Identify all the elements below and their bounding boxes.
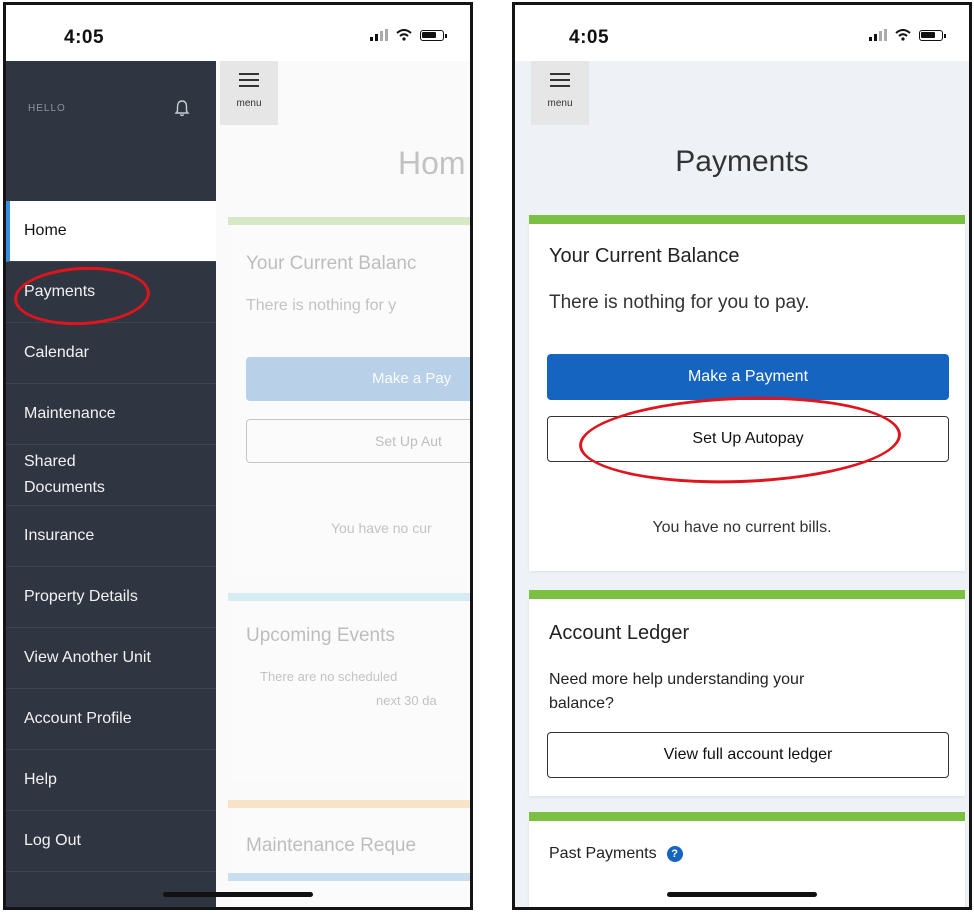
nav-item-home[interactable]: Home: [6, 201, 216, 262]
nav-item-payments[interactable]: Payments: [6, 262, 216, 323]
greeting-text: HELLO: [28, 103, 66, 114]
drawer-nav-list: Home Payments Calendar Maintenance Share…: [6, 201, 216, 872]
nav-item-log-out[interactable]: Log Out: [6, 811, 216, 872]
nav-item-insurance[interactable]: Insurance: [6, 506, 216, 567]
set-up-autopay-button[interactable]: Set Up Autopay: [547, 416, 949, 462]
balance-heading: Your Current Balance: [549, 245, 740, 267]
home-indicator: [667, 892, 817, 897]
wifi-icon: [396, 29, 412, 41]
home-indicator: [163, 892, 313, 897]
nav-item-property-details[interactable]: Property Details: [6, 567, 216, 628]
hamburger-icon: [550, 73, 570, 87]
balance-text: There is nothing for you to pay.: [549, 292, 810, 313]
balance-accent-bar: [228, 217, 470, 225]
drawer-header: HELLO: [6, 61, 216, 201]
left-phone-screenshot: 4:05 menu Hom Your Current Balanc There …: [3, 2, 473, 910]
menu-button[interactable]: menu: [220, 61, 278, 125]
status-bar: 4:05: [6, 5, 470, 61]
past-payments-row[interactable]: Past Payments ?: [549, 845, 683, 863]
nav-item-view-another-unit[interactable]: View Another Unit: [6, 628, 216, 689]
ledger-help-text: Need more help understanding your balanc…: [549, 671, 805, 712]
battery-icon: [420, 29, 447, 41]
signal-icon: [869, 29, 887, 41]
nav-item-maintenance[interactable]: Maintenance: [6, 384, 216, 445]
page-title: Hom: [398, 145, 466, 181]
hamburger-icon: [239, 73, 259, 87]
events-heading: Upcoming Events: [246, 625, 395, 646]
ledger-accent-bar: [529, 590, 965, 599]
events-accent-bar: [228, 593, 470, 601]
status-icons: [869, 29, 946, 41]
set-up-autopay-button[interactable]: Set Up Aut: [246, 419, 470, 463]
maintenance-blue-bar: [228, 873, 470, 881]
bell-icon[interactable]: [174, 99, 190, 117]
wifi-icon: [895, 29, 911, 41]
no-bills-text: You have no cur: [331, 520, 432, 536]
past-payments-accent-bar: [529, 812, 965, 821]
menu-label: menu: [547, 98, 573, 109]
no-bills-text: You have no current bills.: [652, 519, 832, 536]
balance-text: There is nothing for y: [246, 297, 397, 314]
ledger-heading: Account Ledger: [549, 622, 690, 644]
events-text-line-2: next 30 da: [376, 693, 437, 708]
menu-button[interactable]: menu: [531, 61, 589, 125]
maintenance-accent-bar: [228, 800, 470, 808]
nav-item-help[interactable]: Help: [6, 750, 216, 811]
make-payment-button[interactable]: Make a Pay: [246, 357, 470, 401]
nav-item-calendar[interactable]: Calendar: [6, 323, 216, 384]
menu-label: menu: [236, 98, 262, 109]
nav-item-account-profile[interactable]: Account Profile: [6, 689, 216, 750]
make-payment-button[interactable]: Make a Payment: [547, 354, 949, 400]
status-icons: [370, 29, 447, 41]
events-text-line-1: There are no scheduled: [260, 669, 398, 684]
page-title: Payments: [675, 145, 809, 178]
status-time: 4:05: [64, 27, 105, 48]
view-ledger-button[interactable]: View full account ledger: [547, 732, 949, 778]
right-phone-screenshot: 4:05 menu Payments Your Current Balance …: [512, 2, 972, 910]
signal-icon: [370, 29, 388, 41]
nav-item-shared-documents-label: Shared Documents: [24, 453, 105, 496]
battery-icon: [919, 29, 946, 41]
status-bar: 4:05: [515, 5, 969, 61]
status-time: 4:05: [569, 27, 610, 48]
past-payments-label: Past Payments: [549, 845, 657, 862]
nav-item-shared-documents[interactable]: Shared Documents: [6, 445, 216, 506]
help-circle-icon[interactable]: ?: [666, 846, 683, 862]
balance-accent-bar: [529, 215, 965, 224]
maintenance-heading: Maintenance Reque: [246, 835, 417, 856]
navigation-drawer: HELLO Home Payments Calendar Maintenance…: [6, 61, 216, 907]
balance-heading: Your Current Balanc: [246, 253, 417, 274]
